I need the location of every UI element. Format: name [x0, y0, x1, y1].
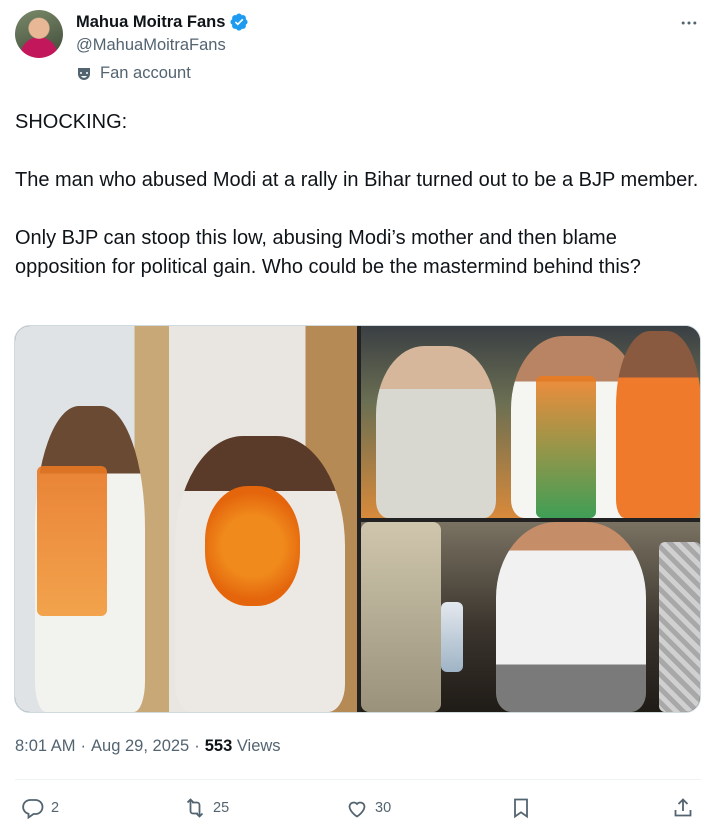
views-count: 553	[204, 737, 233, 755]
bookmark-button[interactable]	[509, 792, 533, 824]
reply-icon	[22, 799, 44, 820]
like-button[interactable]: 30	[345, 792, 391, 824]
divider	[15, 779, 701, 780]
photo-group-with-scarves[interactable]	[361, 326, 700, 518]
tweet-time[interactable]: 8:01 AM	[15, 737, 76, 756]
timestamp-separator-2: ·	[194, 737, 200, 755]
fan-account-label: Fan account	[76, 64, 191, 83]
tweet-line-3: Only BJP can stoop this low, abusing Mod…	[15, 227, 641, 278]
action-bar: 2 25 30	[15, 792, 701, 824]
avatar[interactable]	[15, 10, 63, 58]
tweet-date[interactable]: Aug 29, 2025	[91, 737, 189, 756]
media-grid	[14, 325, 701, 713]
author-handle[interactable]: @MahuaMoitraFans	[76, 36, 226, 55]
fan-account-text: Fan account	[100, 64, 191, 82]
repost-count: 25	[213, 800, 230, 816]
fan-mask-icon	[78, 67, 90, 80]
tweet-line-1: SHOCKING:	[15, 111, 128, 133]
photo-garland-handshake[interactable]	[15, 326, 357, 712]
author-name-row[interactable]: Mahua Moitra Fans	[76, 12, 249, 32]
repost-button[interactable]: 25	[183, 792, 229, 824]
verified-badge-icon	[230, 13, 248, 31]
photo-man-in-vest[interactable]	[361, 522, 700, 712]
bookmark-icon	[514, 798, 528, 819]
reply-button[interactable]: 2	[21, 792, 59, 824]
more-icon[interactable]	[678, 12, 700, 34]
like-count: 30	[375, 800, 392, 816]
tweet-timestamp[interactable]: 8:01 AM · Aug 29, 2025 · 553 Views	[15, 737, 281, 756]
share-button[interactable]	[671, 792, 695, 824]
reply-count: 2	[51, 800, 60, 816]
like-icon	[348, 801, 366, 818]
views-label: Views	[236, 737, 281, 755]
timestamp-separator: ·	[80, 737, 87, 755]
author-name[interactable]: Mahua Moitra Fans	[76, 13, 225, 32]
tweet-text: SHOCKING: The man who abused Modi at a r…	[15, 108, 705, 282]
share-icon	[674, 798, 692, 817]
tweet-line-2: The man who abused Modi at a rally in Bi…	[15, 169, 699, 191]
repost-icon	[186, 798, 204, 818]
